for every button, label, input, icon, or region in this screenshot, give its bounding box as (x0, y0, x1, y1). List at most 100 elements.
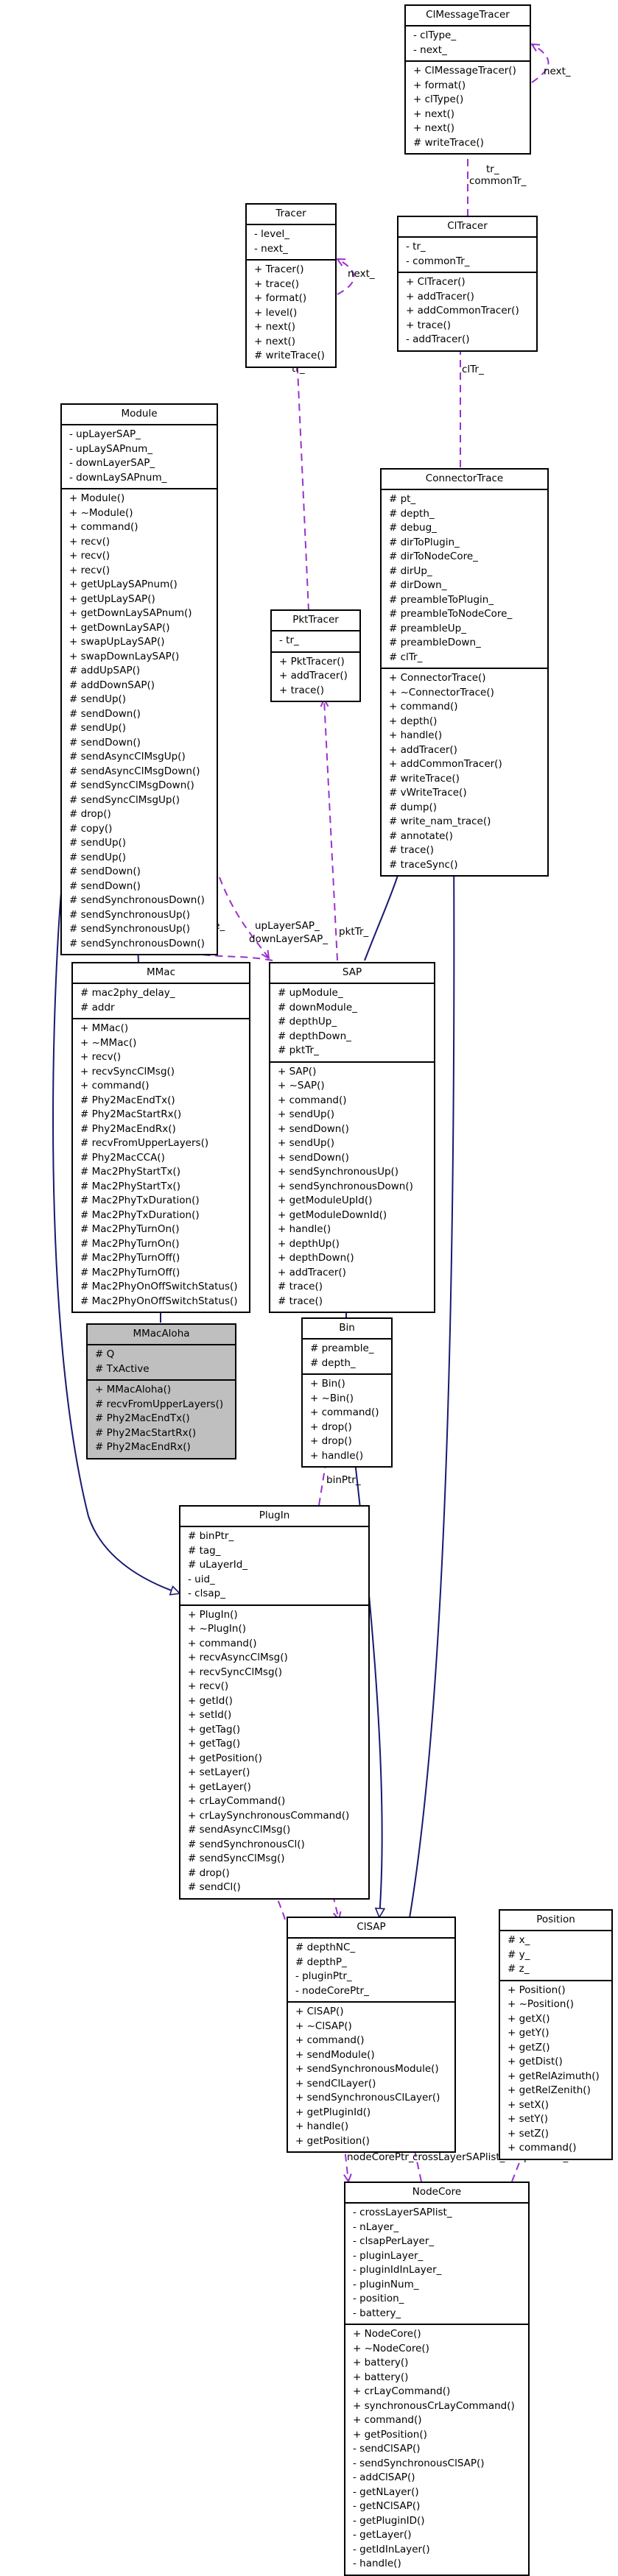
operation-row: + command() (310, 1406, 379, 1418)
operation-row: # sendSynchronousUp() (69, 908, 191, 921)
class-box-nodecore[interactable]: NodeCore - crossLayerSAPlist_ - nLayer_ - c… (344, 2182, 530, 2576)
attribute-row: # depthP_ (295, 1956, 347, 1968)
operation-row: # dump() (389, 801, 437, 813)
class-box-connectortrace[interactable]: ConnectorTrace # pt_ # depth_ # debug_ # dir… (380, 468, 549, 877)
attribute-row: # depthNC_ (295, 1942, 356, 1953)
operation-row: + level() (254, 306, 298, 319)
operation-row: + getPosition() (295, 2134, 370, 2147)
operation-row: + command() (278, 1094, 347, 1106)
class-box-bin[interactable]: Bin # preamble_ # depth_ + Bin() + ~Bin() + c… (301, 1317, 393, 1468)
class-box-position[interactable]: Position # x_ # y_ # z_ + Position() + ~Posit… (499, 1909, 613, 2160)
attribute-row: - pluginNum_ (353, 2278, 419, 2290)
operations-compartment: + ClMessageTracer() + format() + clType() +… (406, 62, 530, 153)
operation-row: - addTracer() (406, 333, 470, 345)
attribute-row: # dirUp_ (389, 565, 432, 577)
class-box-clmessagetracer[interactable]: ClMessageTracer - clType_ - next_ + ClMessa… (404, 4, 531, 155)
attribute-row: # clTr_ (389, 651, 423, 663)
attribute-row: # preambleUp_ (389, 622, 466, 634)
operation-row: # Mac2PhyStartTx() (80, 1166, 180, 1178)
operation-row: + crLayCommand() (353, 2385, 451, 2397)
operation-row: # vWriteTrace() (389, 787, 467, 799)
operation-row: - getLayer() (353, 2529, 412, 2541)
operation-row: # Mac2PhyTxDuration() (80, 1195, 200, 1206)
attribute-row: # upModule_ (278, 987, 343, 999)
operation-row: + sendSynchronousModule() (295, 2063, 439, 2075)
operation-row: # sendAsyncClMsgUp() (69, 751, 186, 762)
class-box-tracer[interactable]: Tracer - level_ - next_ + Tracer() + trace()… (245, 203, 337, 368)
operation-row: + format() (413, 79, 466, 91)
operation-row: + addTracer() (278, 1266, 346, 1278)
edge-label-down-layer-sap: downLayerSAP_ (249, 933, 329, 945)
operation-row: # Mac2PhyTurnOff() (80, 1266, 180, 1278)
operation-row: # trace() (278, 1281, 323, 1292)
edge-module-to-sap (219, 877, 269, 958)
class-name: Tracer (247, 205, 335, 225)
class-box-module[interactable]: Module - upLayerSAP_ - upLaySAPnum_ - downL… (60, 403, 218, 955)
class-box-mmac[interactable]: MMac # mac2phy_delay_ # addr + MMac() + ~MMa… (71, 962, 250, 1313)
operation-row: + ClMessageTracer() (413, 65, 516, 77)
attributes-compartment: # preamble_ # depth_ (303, 1340, 391, 1375)
class-box-cltracer[interactable]: ClTracer - tr_ - commonTr_ + ClTracer() + ad… (397, 216, 538, 352)
operation-row: # Phy2MacCCA() (80, 1151, 165, 1164)
operation-row: + Position() (508, 1984, 566, 1996)
operation-row: + ~PlugIn() (188, 1623, 247, 1635)
attribute-row: # mac2phy_delay_ (80, 987, 175, 999)
operation-row: + getUpLaySAPnum() (69, 578, 178, 590)
operation-row: + battery() (353, 2371, 409, 2383)
operation-row: + getDownLaySAPnum() (69, 607, 192, 619)
operation-row: + recv() (69, 535, 110, 548)
operation-row: + sendSynchronousUp() (278, 1166, 399, 1178)
operation-row: + drop() (310, 1420, 352, 1433)
operation-row: + addCommonTracer() (406, 305, 519, 316)
operation-row: # Phy2MacEndTx() (80, 1094, 175, 1106)
operation-row: # recvFromUpperLayers() (95, 1398, 224, 1410)
operation-row: - getIdInLayer() (353, 2543, 430, 2555)
operation-row: + getModuleDownId() (278, 1209, 387, 1221)
operation-row: + handle() (389, 729, 443, 741)
attribute-row: - downLayerSAP_ (69, 457, 155, 469)
class-name: PktTracer (272, 611, 359, 631)
operation-row: # Phy2MacEndTx() (95, 1412, 190, 1424)
edge-label-cltr: clTr_ (462, 364, 484, 375)
attributes-compartment: # pt_ # depth_ # debug_ # dirToPlugin_ # dir… (382, 490, 547, 669)
operation-row: + setX() (508, 2098, 549, 2111)
class-box-pkttracer[interactable]: PktTracer - tr_ + PktTracer() + addTracer()… (270, 609, 361, 702)
attribute-row: # pt_ (389, 493, 416, 505)
attribute-row: - nLayer_ (353, 2221, 399, 2233)
operation-row: # writeTrace() (254, 350, 325, 361)
operation-row: # Mac2PhyTurnOff() (80, 1252, 180, 1264)
operation-row: # trace() (389, 844, 434, 856)
class-box-clsap[interactable]: ClSAP # depthNC_ # depthP_ - pluginPtr_ - no… (287, 1917, 456, 2153)
class-name: Bin (303, 1319, 391, 1340)
class-box-sap[interactable]: SAP # upModule_ # downModule_ # depthUp_ # d… (269, 962, 435, 1313)
operation-row: # sendUp() (69, 722, 127, 734)
operation-row: + MMac() (80, 1022, 129, 1034)
operation-row: + getDownLaySAP() (69, 621, 170, 634)
operation-row: + getTag() (188, 1723, 241, 1735)
class-box-plugin[interactable]: PlugIn # binPtr_ # tag_ # uLayerId_ - uid_ - … (179, 1505, 370, 1900)
operation-row: # drop() (69, 808, 111, 820)
attribute-row: - level_ (254, 228, 290, 240)
attribute-row: # downModule_ (278, 1001, 357, 1013)
class-name: NodeCore (345, 2183, 528, 2204)
operation-row: + SAP() (278, 1065, 317, 1078)
operation-row: # addDownSAP() (69, 679, 155, 691)
operation-row: # sendSynchronousUp() (69, 923, 191, 935)
class-box-mmacaloha[interactable]: MMacAloha # Q # TxActive + MMacAloha() # rec… (86, 1323, 236, 1459)
operation-row: - handle() (353, 2558, 401, 2569)
class-name: SAP (270, 963, 434, 984)
attribute-row: - upLayerSAP_ (69, 428, 141, 440)
attribute-row: # dirDown_ (389, 579, 447, 591)
operation-row: + synchronousCrLayCommand() (353, 2399, 515, 2412)
attribute-row: # dirToNodeCore_ (389, 551, 478, 562)
operation-row: # sendSyncClMsgDown() (69, 779, 194, 791)
operations-compartment: + ConnectorTrace() + ~ConnectorTrace() + c… (382, 669, 547, 875)
edge-pkt-to-sap (324, 699, 338, 961)
operation-row: # sendAsyncClMsgDown() (69, 765, 200, 777)
operation-row: # recvFromUpperLayers() (80, 1137, 209, 1149)
operation-row: # sendUp() (69, 693, 127, 705)
operation-row: + getUpLaySAP() (69, 592, 155, 605)
attribute-row: # depth_ (310, 1356, 356, 1369)
operation-row: - getPluginID() (353, 2514, 425, 2527)
attributes-compartment: # depthNC_ # depthP_ - pluginPtr_ - nodeCor… (288, 1939, 454, 2003)
